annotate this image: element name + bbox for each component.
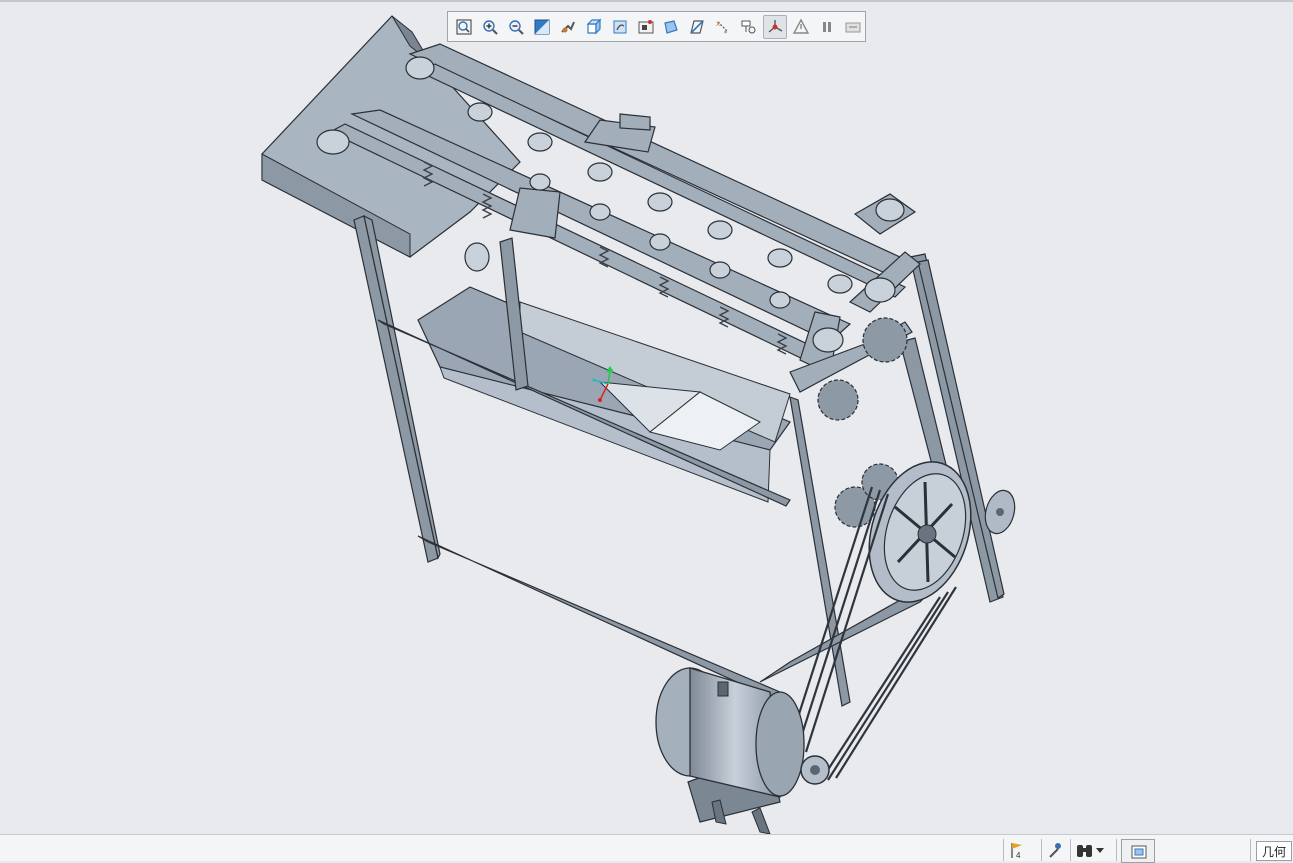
- zoom-out-icon: [509, 19, 524, 35]
- window-icon: [1131, 845, 1147, 859]
- datum-display-button[interactable]: X *: [711, 15, 735, 39]
- perspective-button[interactable]: [660, 15, 684, 39]
- view-toolbar: X *: [447, 11, 866, 42]
- status-separator: [1250, 839, 1251, 861]
- status-bar: 4 几何: [0, 834, 1293, 863]
- status-separator: [1116, 839, 1117, 861]
- zoom-in-button[interactable]: [478, 15, 502, 39]
- repaint-button[interactable]: [530, 15, 554, 39]
- chevron-down-icon: [1096, 848, 1104, 853]
- shaded-cube-icon: [586, 18, 602, 34]
- svg-text:*: *: [724, 30, 727, 36]
- electric-motor: [655, 667, 830, 834]
- status-separator: [1041, 839, 1042, 861]
- hide-icon: [845, 22, 861, 32]
- status-separator: [1003, 839, 1004, 861]
- perspective-icon: [664, 19, 679, 34]
- feed-chute: [261, 15, 521, 258]
- zoom-out-button[interactable]: [504, 15, 528, 39]
- find-person-button[interactable]: [1046, 839, 1066, 861]
- full-screen-button[interactable]: [1121, 839, 1155, 863]
- svg-text:X: X: [716, 21, 720, 28]
- annotation-display-button[interactable]: [737, 15, 761, 39]
- repaint-icon: [534, 19, 550, 34]
- triangle-icon: [792, 18, 810, 34]
- orientation-icon: [613, 20, 627, 33]
- selection-filter-icon: [1049, 843, 1061, 858]
- hide-button[interactable]: [841, 15, 865, 39]
- view-manager-icon: [638, 19, 654, 33]
- find-button[interactable]: [1075, 839, 1105, 861]
- zoom-in-icon: [483, 19, 498, 35]
- graphics-viewport[interactable]: X *: [0, 2, 1293, 834]
- refit-button[interactable]: [452, 15, 476, 39]
- spin-center-button[interactable]: [763, 14, 788, 39]
- spin-center-icon: [768, 19, 783, 33]
- pause-button[interactable]: [815, 15, 839, 39]
- binoculars-icon: [1077, 845, 1092, 857]
- refit-icon: [456, 18, 472, 35]
- display-style-button[interactable]: [582, 15, 606, 39]
- selection-filter-dropdown[interactable]: 几何: [1256, 841, 1292, 861]
- pan-icon: [561, 21, 575, 33]
- 3d-model-assembly[interactable]: [0, 2, 1293, 834]
- flag-count: 4: [1016, 851, 1021, 860]
- status-separator: [1070, 839, 1071, 861]
- section-icon: [690, 19, 705, 34]
- pan-zoom-button[interactable]: [556, 15, 580, 39]
- appearance-button[interactable]: [789, 15, 813, 39]
- annotation-icon: [741, 20, 756, 33]
- section-button[interactable]: [685, 15, 709, 39]
- saved-orientations-button[interactable]: [608, 15, 632, 39]
- datum-display-icon: X*: [716, 21, 729, 36]
- view-manager-button[interactable]: [634, 15, 658, 39]
- pause-icon: [823, 21, 832, 32]
